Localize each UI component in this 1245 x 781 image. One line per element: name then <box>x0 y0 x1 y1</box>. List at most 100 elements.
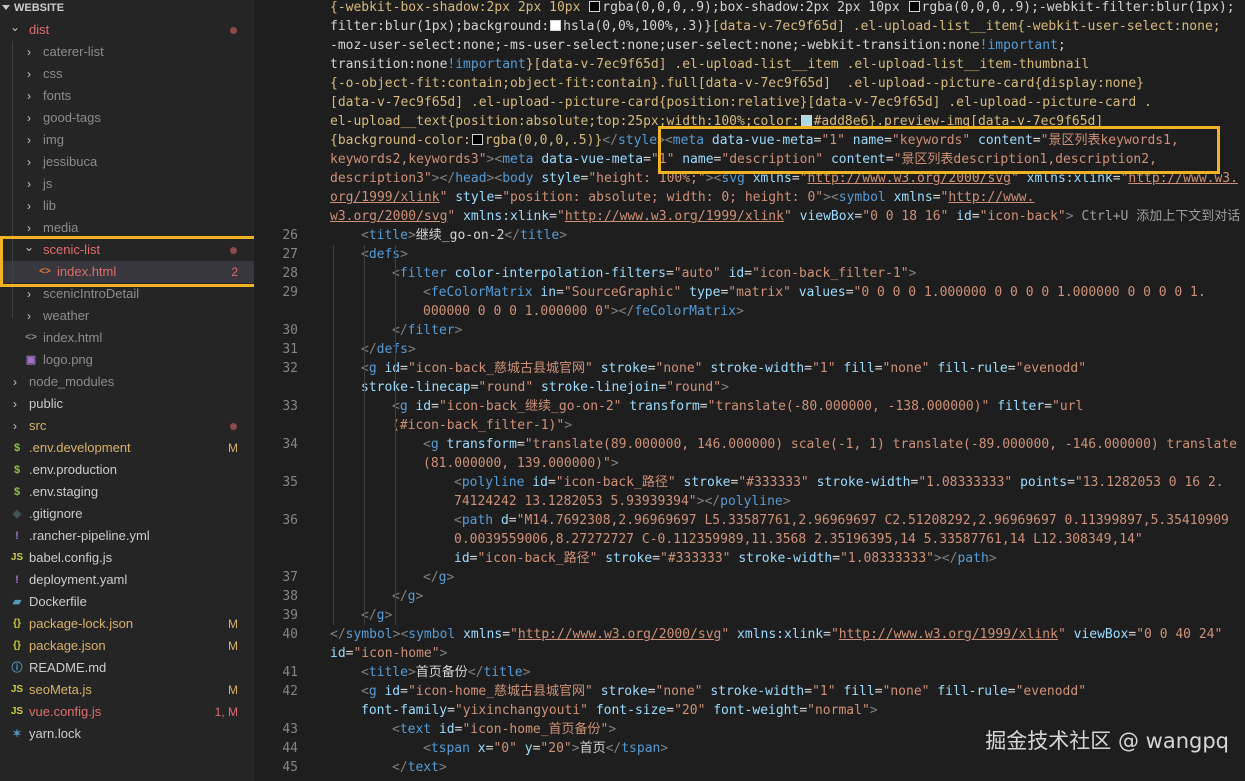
tree-folder-weather[interactable]: › weather <box>0 305 254 327</box>
code-token: !important <box>979 38 1058 53</box>
code-token: "icon-back_继续_go-on-2" <box>438 399 622 414</box>
code-line: <g transform="translate(89.000000, 146.0… <box>423 435 1237 454</box>
tree-file-index-html[interactable]: <> index.html <box>0 327 254 349</box>
line-number: 32 <box>282 361 298 376</box>
tree-file-package-lock-json[interactable]: {} package-lock.json M <box>0 613 254 635</box>
file-type-icon: ! <box>15 574 19 586</box>
tree-file-package-json[interactable]: {} package.json M <box>0 635 254 657</box>
code-token: = <box>431 399 439 414</box>
tree-folder-css[interactable]: › css <box>0 63 254 85</box>
code-token: id <box>956 209 972 224</box>
code-token: "icon-home" <box>353 646 440 661</box>
tree-file--env-staging[interactable]: $ .env.staging <box>0 481 254 503</box>
tree-item-label: .env.production <box>29 462 117 477</box>
code-token: "icon-back_慈城古县城官网" <box>407 361 593 376</box>
tree-folder-node-modules[interactable]: › node_modules <box>0 371 254 393</box>
code-token: = <box>652 551 661 566</box>
code-token: [data-v-7ec9f65d] .el-upload-list__item{… <box>711 19 1221 34</box>
code-token: transform <box>446 437 517 452</box>
code-token: title <box>368 228 408 243</box>
code-token: http://www. <box>948 190 1035 205</box>
tree-folder-public[interactable]: › public <box>0 393 254 415</box>
code-token: {-webkit-box-shadow:2px 2px 10px <box>330 0 589 15</box>
code-token: "none" <box>882 361 930 376</box>
chevron-right-icon: › <box>13 375 17 389</box>
code-token: stroke-width <box>710 684 805 699</box>
code-token: feColorMatrix <box>634 304 737 319</box>
git-status-badge: M <box>228 639 238 653</box>
code-line: 0.0039559006,8.27272727 C-0.112359989,11… <box>454 530 1143 549</box>
code-token: "none" <box>655 684 703 699</box>
tree-file-seometa-js[interactable]: JS seoMeta.js M <box>0 679 254 701</box>
tree-folder-good-tags[interactable]: › good-tags <box>0 107 254 129</box>
tree-folder-js[interactable]: › js <box>0 173 254 195</box>
tree-file-deployment-yaml[interactable]: ! deployment.yaml <box>0 569 254 591</box>
code-token: id <box>384 361 401 376</box>
code-line: 74124242 13.1282053 5.93939394"></polyli… <box>454 492 791 511</box>
tree-file--rancher-pipeline-yml[interactable]: ! .rancher-pipeline.yml <box>0 525 254 547</box>
code-token: < <box>454 513 462 528</box>
code-token: "M14.7692308,2.96969697 L5.33587761,2.96… <box>516 513 1229 528</box>
code-line: <feColorMatrix in="SourceGraphic" type="… <box>423 283 1206 302</box>
tree-file-yarn-lock[interactable]: ✶ yarn.lock <box>0 723 254 745</box>
code-line: </text> <box>392 758 447 777</box>
code-line: {-webkit-box-shadow:2px 2px 10px rgba(0,… <box>330 0 1235 17</box>
code-line: <polyline id="icon-back_路径" stroke="#333… <box>454 473 1224 492</box>
tree-item-label: css <box>43 66 63 81</box>
tree-folder-jessibuca[interactable]: › jessibuca <box>0 151 254 173</box>
chevron-right-icon: › <box>27 177 31 191</box>
tree-item-label: deployment.yaml <box>29 572 128 587</box>
tree-folder-fonts[interactable]: › fonts <box>0 85 254 107</box>
code-token: = <box>799 703 808 718</box>
code-token: values <box>798 285 846 300</box>
indent-guide <box>395 245 396 625</box>
tree-folder-src[interactable]: › src <box>0 415 254 437</box>
code-token: > <box>446 570 455 585</box>
code-token: = <box>699 399 708 414</box>
code-token: > <box>439 646 448 661</box>
tree-file-dockerfile[interactable]: ▰ Dockerfile <box>0 591 254 613</box>
explorer-header[interactable]: WEBSITE <box>0 0 254 19</box>
tree-item-label: weather <box>43 308 90 323</box>
code-token: rgba(0,0,0,.9);box-shadow:2px 2px 10px <box>602 0 908 15</box>
tree-folder-caterer-list[interactable]: › caterer-list <box>0 41 254 63</box>
code-token: " <box>510 627 518 642</box>
code-token: > <box>1065 209 1074 224</box>
code-token: > <box>522 665 531 680</box>
tree-file--env-production[interactable]: $ .env.production <box>0 459 254 481</box>
code-token: "#333333" <box>660 551 731 566</box>
code-token: < <box>361 665 369 680</box>
tree-file-logo-png[interactable]: ▣ logo.png <box>0 349 254 371</box>
code-token: < <box>454 475 462 490</box>
tree-item-label: index.html <box>43 330 103 345</box>
tree-file--gitignore[interactable]: ◆ .gitignore <box>0 503 254 525</box>
tree-file--env-development[interactable]: $ .env.development M <box>0 437 254 459</box>
tree-item-label: .rancher-pipeline.yml <box>29 528 150 543</box>
code-token: filter <box>997 399 1045 414</box>
tree-file-vue-config-js[interactable]: JS vue.config.js 1, M <box>0 701 254 723</box>
code-token: in <box>540 285 557 300</box>
tree-folder-dist[interactable]: ⌄ dist <box>0 19 254 41</box>
tree-folder-img[interactable]: › img <box>0 129 254 151</box>
code-editor[interactable]: {-webkit-box-shadow:2px 2px 10px rgba(0,… <box>254 0 1245 781</box>
code-token: http://www.w3.org/1999/xlink <box>564 209 784 224</box>
tree-item-label: .env.staging <box>29 484 99 499</box>
code-line: </filter> <box>392 321 462 340</box>
tree-file-readme-md[interactable]: ⓘ README.md <box>0 657 254 679</box>
code-token: = <box>1007 361 1016 376</box>
code-token: "matrix" <box>728 285 791 300</box>
code-token: g <box>368 684 377 699</box>
workspace-title: WEBSITE <box>14 2 65 14</box>
tree-folder-lib[interactable]: › lib <box>0 195 254 217</box>
code-token: viewBox <box>1073 627 1129 642</box>
line-number: 33 <box>282 399 298 414</box>
tree-file-babel-config-js[interactable]: JS babel.config.js <box>0 547 254 569</box>
code-token: "round" <box>478 380 534 395</box>
code-token: = <box>508 513 517 528</box>
code-line: </g> <box>423 568 454 587</box>
